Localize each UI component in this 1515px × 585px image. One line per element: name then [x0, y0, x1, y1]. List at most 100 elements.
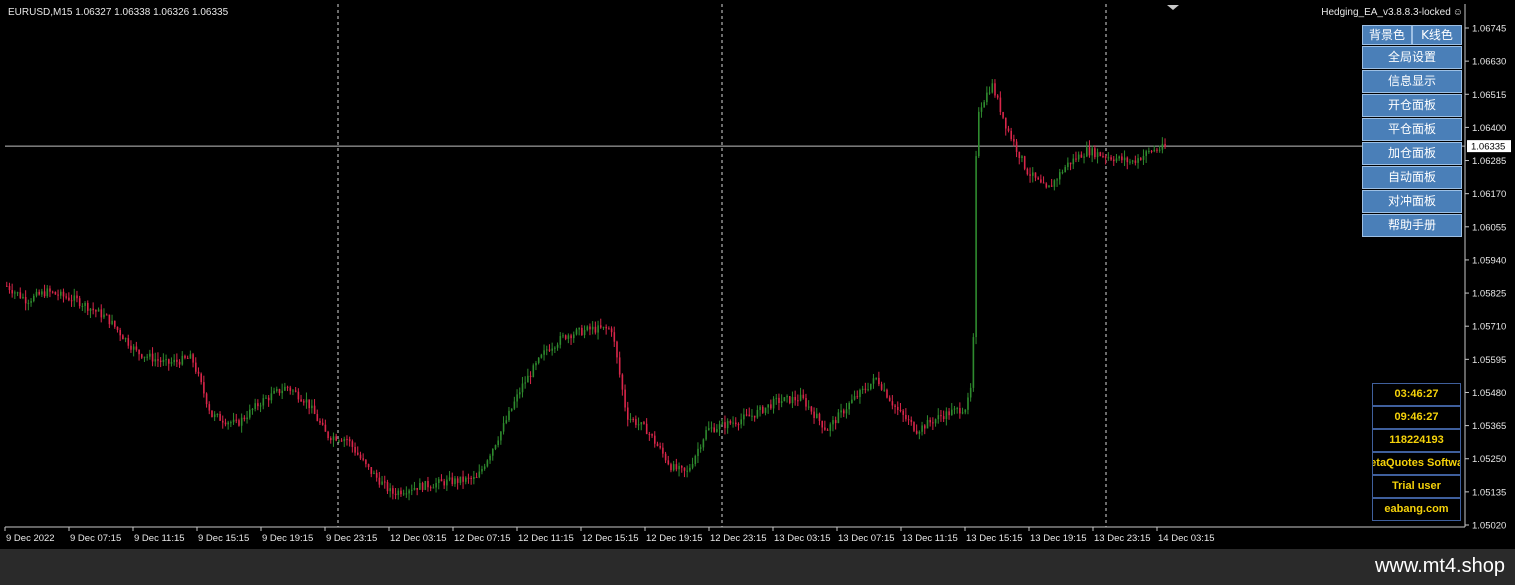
candle-body [300, 399, 302, 402]
candle-body [1040, 179, 1042, 183]
candle-body [481, 468, 483, 472]
candle-body [497, 440, 499, 446]
candle-body [1102, 155, 1104, 157]
candle-body [230, 422, 232, 424]
candle-body [583, 330, 586, 336]
time-tick-label: 9 Dec 11:15 [134, 533, 185, 544]
candle-body [1134, 160, 1137, 163]
candle-body [640, 422, 643, 425]
help-manual-button[interactable]: 帮助手册 [1362, 214, 1462, 237]
candle-body [643, 422, 645, 424]
time-tick-label: 13 Dec 19:15 [1030, 533, 1087, 544]
candle-body [527, 375, 529, 383]
candle-body [783, 397, 786, 402]
candle-body [780, 401, 783, 403]
candle-body [764, 407, 767, 413]
candle-body [1015, 141, 1018, 152]
candle-body [78, 298, 81, 307]
add-position-panel-button[interactable]: 加仓面板 [1362, 142, 1462, 165]
candle-body [324, 424, 327, 432]
candle-body [791, 396, 794, 404]
candle-body [240, 417, 243, 426]
candle-body [681, 465, 683, 468]
candle-body [705, 430, 707, 440]
price-tick-label: 1.05595 [1472, 355, 1506, 366]
candle-body [1045, 183, 1048, 188]
candle-body [621, 374, 624, 390]
candle-body [265, 397, 267, 399]
candle-body [716, 429, 718, 432]
candle-body [937, 415, 940, 420]
candle-body [365, 459, 367, 465]
candle-body [92, 308, 94, 311]
candle-color-button[interactable]: K线色 [1412, 25, 1462, 45]
candle-body [1013, 139, 1015, 142]
candle-body [926, 420, 929, 429]
price-chart[interactable]: 1.06745 1.06630 1.06515 1.06400 1.06285 1.061… [0, 0, 1515, 549]
candle-body [1140, 158, 1142, 160]
candle-body [427, 481, 429, 488]
candle-body [500, 431, 502, 441]
candle-body [292, 390, 294, 392]
candle-body [170, 362, 173, 364]
candle-body [894, 405, 896, 407]
broker-name-cell: MetaQuotes Software Corp. [1372, 452, 1461, 475]
candle-body [378, 477, 381, 485]
candle-body [740, 419, 742, 425]
candle-body [65, 296, 67, 298]
candle-body [473, 477, 475, 479]
candle-body [888, 397, 891, 402]
candle-body [22, 297, 24, 299]
candle-body [492, 448, 494, 456]
info-display-button[interactable]: 信息显示 [1362, 70, 1462, 93]
candle-body [762, 406, 764, 413]
candle-body [130, 345, 132, 350]
candle-body [313, 405, 316, 414]
candle-body [567, 335, 570, 339]
candle-body [637, 424, 640, 426]
candle-body [259, 405, 262, 407]
candle-body [843, 410, 845, 414]
candle-body [875, 377, 877, 379]
candle-body [745, 414, 748, 416]
global-settings-button[interactable]: 全局设置 [1362, 46, 1462, 69]
candle-body [929, 420, 931, 423]
candle-body [591, 326, 594, 330]
candle-body [1091, 148, 1093, 156]
candle-body [861, 388, 864, 391]
candle-body [413, 487, 416, 490]
hedge-panel-button[interactable]: 对冲面板 [1362, 190, 1462, 213]
candle-body [529, 375, 532, 378]
open-position-panel-button[interactable]: 开仓面板 [1362, 94, 1462, 117]
candle-body [1037, 177, 1039, 180]
candle-body [1096, 152, 1099, 158]
candle-body [756, 409, 759, 418]
auto-panel-button[interactable]: 自动面板 [1362, 166, 1462, 189]
close-position-panel-button[interactable]: 平仓面板 [1362, 118, 1462, 141]
candle-body [718, 424, 721, 430]
candle-body [284, 386, 286, 391]
candle-body [1007, 128, 1010, 131]
candle-body [1104, 156, 1107, 158]
chart-canvas[interactable]: 1.06745 1.06630 1.06515 1.06400 1.06285 1.061… [0, 0, 1515, 549]
candle-body [654, 435, 656, 444]
candle-body [864, 388, 867, 390]
candle-body [829, 424, 832, 431]
candle-body [87, 303, 89, 311]
candle-body [38, 291, 40, 295]
candle-body [251, 408, 254, 410]
candle-body [505, 420, 508, 424]
candle-body [354, 446, 356, 453]
candle-body [41, 291, 43, 295]
candle-body [1064, 167, 1066, 173]
candle-body [459, 476, 462, 483]
candle-body [608, 328, 610, 330]
candle-body [605, 326, 607, 329]
candle-body [257, 403, 259, 407]
candle-body [1048, 185, 1050, 188]
candle-body [178, 361, 181, 365]
background-color-button[interactable]: 背景色 [1362, 25, 1412, 45]
candle-body [1158, 149, 1161, 151]
candle-body [969, 387, 972, 398]
candle-body [848, 402, 850, 410]
